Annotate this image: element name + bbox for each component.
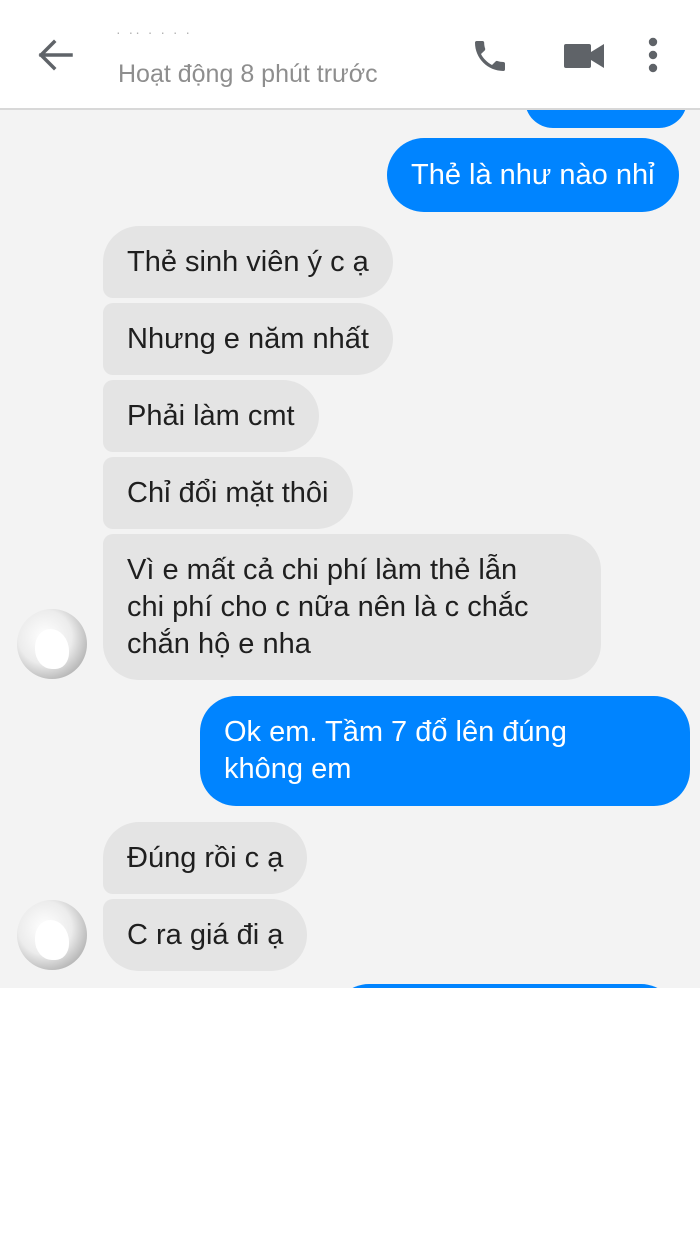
more-vertical-icon bbox=[648, 37, 658, 73]
message-bubble-outgoing[interactable]: Ok em. Tầm 7 đổ lên đúng không em bbox=[200, 696, 690, 806]
message-bubble-incoming[interactable]: C ra giá đi ạ bbox=[103, 899, 308, 971]
message-bubble-incoming[interactable]: Đúng rồi c ạ bbox=[103, 822, 308, 894]
message-bubble-incoming[interactable]: Phải làm cmt bbox=[103, 380, 319, 452]
blank-area bbox=[0, 988, 700, 1244]
chat-header: · ·· · · · · Hoạt động 8 phút trước bbox=[0, 0, 700, 110]
video-call-button[interactable] bbox=[560, 34, 608, 78]
active-status: Hoạt động 8 phút trước bbox=[118, 60, 378, 88]
contact-name[interactable]: · ·· · · · · bbox=[116, 24, 192, 40]
message-bubble-incoming[interactable]: Vì e mất cả chi phí làm thẻ lẫn chi phí … bbox=[103, 534, 601, 680]
message-bubble-incoming[interactable]: Thẻ sinh viên ý c ạ bbox=[103, 226, 393, 298]
message-bubble-incoming[interactable]: Nhưng e năm nhất bbox=[103, 303, 393, 375]
phone-icon bbox=[475, 41, 505, 71]
video-camera-icon bbox=[564, 44, 604, 68]
arrow-left-icon bbox=[38, 39, 73, 71]
call-button[interactable] bbox=[466, 32, 514, 80]
message-bubble-outgoing-partial[interactable] bbox=[525, 110, 687, 128]
message-list[interactable]: Thẻ là như nào nhỉ Thẻ sinh viên ý c ạ N… bbox=[0, 110, 700, 988]
contact-avatar[interactable] bbox=[17, 900, 87, 970]
message-bubble-incoming[interactable]: Chỉ đổi mặt thôi bbox=[103, 457, 353, 529]
back-button[interactable] bbox=[30, 30, 80, 80]
message-bubble-outgoing[interactable]: Thẻ là như nào nhỉ bbox=[387, 138, 679, 212]
contact-avatar[interactable] bbox=[17, 609, 87, 679]
more-options-button[interactable] bbox=[634, 30, 672, 80]
